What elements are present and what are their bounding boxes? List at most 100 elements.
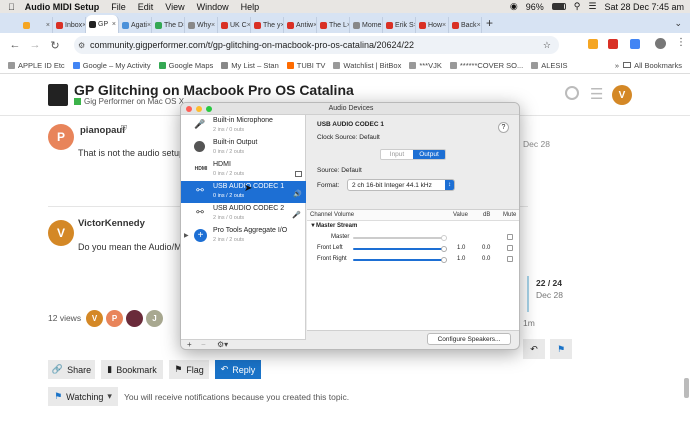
bookmark-item[interactable]: ALESIS: [531, 61, 567, 70]
browser-tab[interactable]: The L×: [317, 17, 350, 33]
notification-bell-button[interactable]: ⚑: [550, 339, 572, 359]
timeline-progress[interactable]: 22 / 24: [536, 278, 562, 288]
current-user-avatar[interactable]: V: [612, 85, 632, 105]
flag-button[interactable]: ⚑ Flag: [169, 360, 209, 379]
bookmark-star-icon[interactable]: ☆: [543, 40, 551, 51]
post-date[interactable]: Dec 28: [523, 139, 550, 149]
disclosure-triangle-icon[interactable]: ▶: [184, 232, 189, 239]
window-titlebar[interactable]: Audio Devices: [181, 103, 519, 115]
browser-tab[interactable]: Why ×: [185, 17, 218, 33]
browser-tab[interactable]: UK C ×: [218, 17, 251, 33]
browser-tab[interactable]: GP ×: [86, 15, 119, 33]
gear-icon[interactable]: ⚙▾: [217, 340, 228, 349]
menu-file[interactable]: File: [111, 2, 126, 12]
browser-tab[interactable]: Agati ×: [119, 17, 152, 33]
volume-slider-front-left[interactable]: [353, 248, 446, 250]
site-info-icon[interactable]: ⚙: [78, 41, 85, 50]
extensions-puzzle-icon[interactable]: [655, 38, 666, 49]
browser-tab[interactable]: ×: [20, 17, 53, 33]
topic-title[interactable]: GP Glitching on Macbook Pro OS Catalina: [74, 82, 354, 98]
bookmarks-overflow-icon[interactable]: »: [615, 61, 619, 70]
browser-tab[interactable]: Back ×: [449, 17, 482, 33]
browser-tab[interactable]: Inbox ×: [53, 17, 86, 33]
close-tab-icon[interactable]: ×: [442, 22, 446, 29]
participant-avatar[interactable]: P: [106, 310, 123, 327]
battery-icon[interactable]: [551, 3, 566, 10]
bookmark-item[interactable]: APPLE ID Etc: [8, 61, 65, 70]
master-stream-group[interactable]: ▼Master Stream: [310, 223, 357, 229]
gig-performer-logo[interactable]: [48, 84, 68, 106]
browser-menu-icon[interactable]: ⋮: [676, 37, 686, 48]
menu-help[interactable]: Help: [241, 2, 260, 12]
page-scrollbar[interactable]: [684, 378, 689, 398]
input-tab[interactable]: Input: [381, 150, 413, 159]
device-built-in-microphone[interactable]: 🎤 Built-in Microphone 2 ins / 0 outs: [181, 115, 306, 137]
bookmark-item[interactable]: TUBI TV: [286, 61, 325, 70]
new-tab-button[interactable]: +: [486, 16, 493, 30]
reply-arrow-button[interactable]: ↶: [523, 339, 545, 359]
volume-slider-front-right[interactable]: [353, 259, 446, 261]
apple-icon[interactable]: : [8, 2, 15, 12]
share-button[interactable]: 🔗 Share: [48, 360, 95, 379]
search-icon[interactable]: ⚲: [574, 1, 581, 12]
device-hdmi[interactable]: HDMI HDMI 0 ins / 2 outs: [181, 159, 306, 181]
category-breadcrumb[interactable]: Gig Performer on Mac OS X: [74, 97, 184, 106]
bookmark-item[interactable]: ******COVER SO...: [449, 61, 523, 70]
post-author-name[interactable]: VictorKennedy: [78, 218, 145, 229]
close-tab-icon[interactable]: ×: [46, 22, 50, 29]
menu-view[interactable]: View: [165, 2, 184, 12]
minimize-window-button[interactable]: [196, 106, 202, 112]
zoom-window-button[interactable]: [206, 106, 212, 112]
timeline-date[interactable]: Dec 28: [536, 290, 563, 300]
participant-avatar[interactable]: J: [146, 310, 163, 327]
browser-tab[interactable]: Mome×: [350, 17, 383, 33]
close-window-button[interactable]: [186, 106, 192, 112]
menu-edit[interactable]: Edit: [138, 2, 154, 12]
all-bookmarks-link[interactable]: All Bookmarks: [623, 61, 682, 70]
device-built-in-output[interactable]: Built-in Output 0 ins / 2 outs: [181, 137, 306, 159]
wifi-icon[interactable]: ◉: [510, 1, 518, 12]
volume-slider-master[interactable]: [353, 237, 446, 239]
volume-knob-front-left[interactable]: [441, 246, 447, 252]
bookmark-item[interactable]: My List – Stan: [221, 61, 279, 70]
bookmark-item[interactable]: Watchlist | BitBox: [333, 61, 401, 70]
hamburger-menu-icon[interactable]: ☰: [590, 85, 603, 103]
close-tab-icon[interactable]: ×: [477, 22, 481, 29]
browser-tab[interactable]: The y×: [251, 17, 284, 33]
output-tab[interactable]: Output: [413, 150, 445, 159]
browser-tab[interactable]: The D×: [152, 17, 185, 33]
app-menu-title[interactable]: Audio MIDI Setup: [25, 2, 100, 12]
reply-button[interactable]: ↶ Reply: [215, 360, 261, 379]
forward-icon[interactable]: →: [28, 39, 42, 51]
browser-tab[interactable]: Erik S×: [383, 17, 416, 33]
bookmark-item[interactable]: ***VJK: [409, 61, 442, 70]
volume-knob-front-right[interactable]: [441, 257, 447, 263]
browser-tab[interactable]: How ×: [416, 17, 449, 33]
notification-level-button[interactable]: ⚑ Watching ▾: [48, 387, 118, 406]
device-usb-audio-codec-2[interactable]: ⚯ USB AUDIO CODEC 2 2 ins / 0 outs 🎤: [181, 203, 306, 225]
tab-list-icon[interactable]: ⌄: [674, 18, 682, 29]
close-tab-icon[interactable]: ×: [211, 22, 215, 29]
control-center-icon[interactable]: ☰: [588, 1, 596, 12]
bookmark-button[interactable]: ▮ Bookmark: [101, 360, 163, 379]
volume-knob-master[interactable]: [441, 235, 447, 241]
participant-avatar[interactable]: V: [86, 310, 103, 327]
search-icon[interactable]: [565, 86, 579, 100]
timeline-track[interactable]: [527, 276, 529, 312]
help-button[interactable]: ?: [498, 122, 509, 133]
remove-device-button[interactable]: −: [201, 340, 206, 349]
configure-speakers-button[interactable]: Configure Speakers...: [427, 333, 511, 345]
profile-icon[interactable]: [630, 39, 640, 49]
post-author-avatar[interactable]: P: [48, 124, 74, 150]
mute-checkbox[interactable]: [507, 256, 513, 262]
menu-window[interactable]: Window: [197, 2, 229, 12]
participant-avatar[interactable]: [126, 310, 143, 327]
clock[interactable]: Sat 28 Dec 7:45 am: [604, 2, 684, 12]
address-bar[interactable]: ⚙ community.gigperformer.com/t/gp-glitch…: [74, 36, 559, 54]
close-tab-icon[interactable]: ×: [147, 22, 151, 29]
mute-checkbox[interactable]: [507, 245, 513, 251]
extension-icon-1[interactable]: [588, 39, 598, 49]
format-dropdown[interactable]: 2 ch 16-bit Integer 44.1 kHz ↕: [347, 179, 455, 191]
back-icon[interactable]: ←: [8, 39, 22, 51]
post-author-avatar[interactable]: V: [48, 220, 74, 246]
